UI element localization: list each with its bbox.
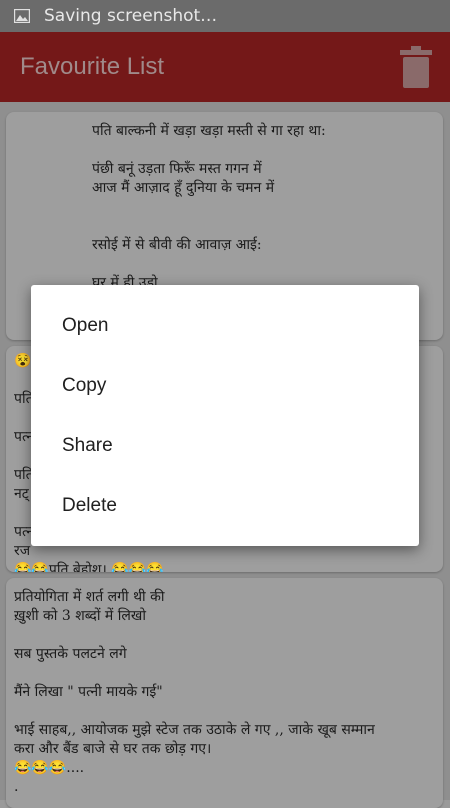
menu-item-delete[interactable]: Delete: [31, 476, 419, 536]
context-menu: Open Copy Share Delete: [31, 285, 419, 546]
image-icon: [14, 9, 30, 23]
page-title: Favourite List: [20, 53, 165, 80]
status-notification-text: Saving screenshot…: [44, 6, 218, 26]
trash-icon[interactable]: [400, 46, 432, 88]
favourite-text: प्रतियोगिता में शर्त लगी थी की ख़ुशी को …: [14, 589, 375, 808]
favourite-card[interactable]: प्रतियोगिता में शर्त लगी थी की ख़ुशी को …: [6, 578, 443, 808]
menu-item-open[interactable]: Open: [31, 296, 419, 356]
favourite-text: पति बाल्कनी में खड़ा खड़ा मस्ती से गा रह…: [92, 123, 326, 310]
menu-item-copy[interactable]: Copy: [31, 356, 419, 416]
app-bar: Favourite List: [0, 32, 450, 102]
menu-item-share[interactable]: Share: [31, 416, 419, 476]
status-bar: Saving screenshot…: [0, 0, 450, 32]
